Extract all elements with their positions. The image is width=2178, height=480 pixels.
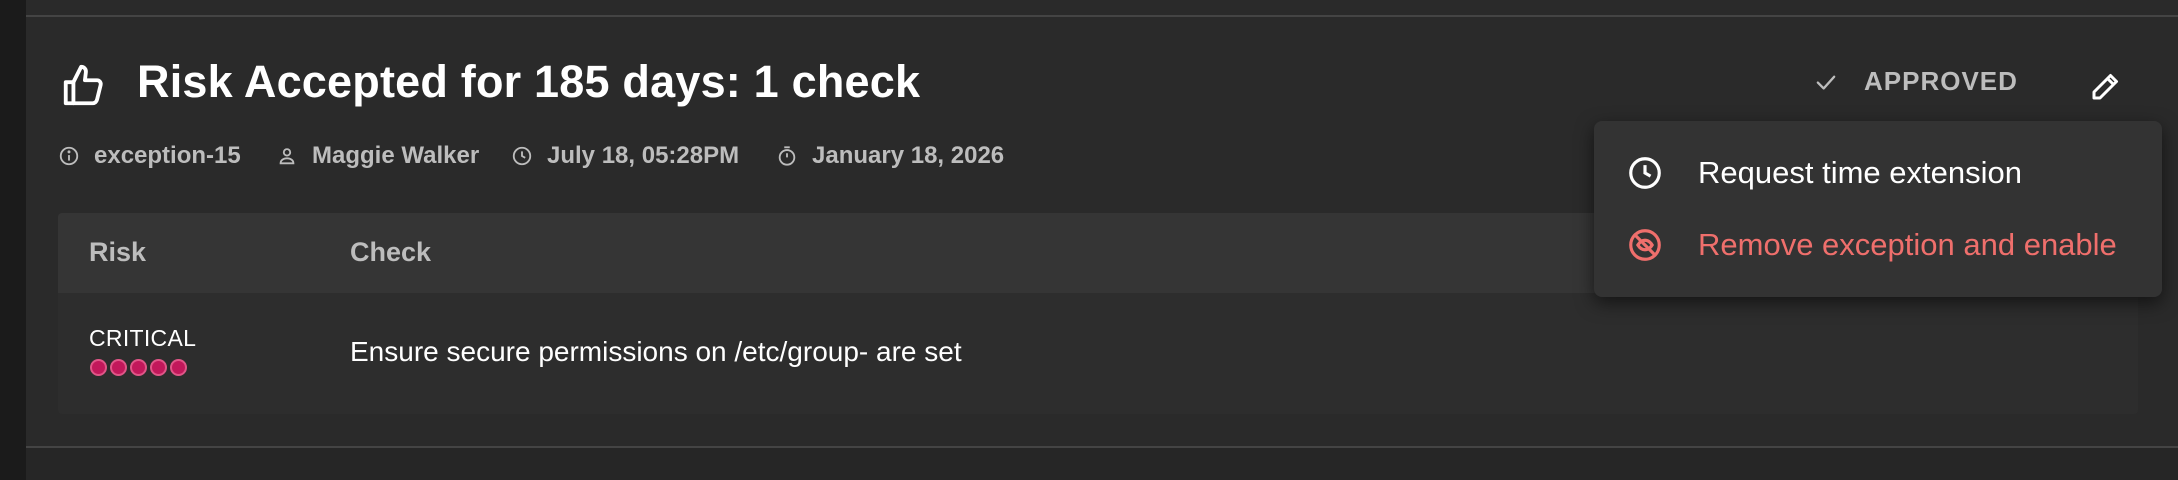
status-badge: APPROVED	[1812, 66, 2018, 97]
risk-dot	[170, 359, 187, 376]
column-header-check: Check	[350, 237, 432, 267]
risk-score-indicator	[90, 359, 187, 376]
actions-menu: Request time extension Remove exception …	[1594, 121, 2162, 297]
menu-item-label: Remove exception and enable	[1698, 227, 2117, 262]
pencil-icon	[2092, 74, 2118, 100]
column-header-risk: Risk	[89, 237, 147, 267]
info-icon	[59, 146, 79, 166]
left-edge	[0, 0, 26, 480]
person-icon	[279, 148, 295, 165]
exception-card: Risk Accepted for 185 days: 1 check exce…	[26, 0, 2178, 480]
exception-created: July 18, 05:28PM	[547, 142, 740, 169]
risk-dot	[130, 359, 147, 376]
table-row[interactable]: CRITICAL Ensure secure permissions on /e…	[58, 293, 2138, 414]
menu-item-remove-exception[interactable]: Remove exception and enable	[1594, 209, 2162, 281]
risk-level: CRITICAL	[89, 325, 197, 351]
eye-off-icon	[1629, 229, 1661, 261]
thumb-up-icon	[63, 64, 103, 106]
exception-expires: January 18, 2026	[812, 142, 1005, 169]
exception-id: exception-15	[94, 142, 241, 169]
risk-dot	[150, 359, 167, 376]
status-label: APPROVED	[1864, 66, 2018, 96]
risk-dot	[90, 359, 107, 376]
meta-id: exception-15	[58, 141, 241, 171]
risk-dot	[110, 359, 127, 376]
next-card-edge	[26, 448, 2178, 480]
edit-button[interactable]	[2082, 62, 2130, 110]
exception-title: Risk Accepted for 185 days: 1 check	[137, 56, 921, 107]
meta-created: July 18, 05:28PM	[511, 141, 739, 171]
menu-item-label: Request time extension	[1698, 155, 2022, 190]
meta-expires: January 18, 2026	[776, 141, 1004, 171]
exception-user: Maggie Walker	[312, 142, 480, 169]
check-icon	[1816, 75, 1836, 90]
menu-item-request-extension[interactable]: Request time extension	[1594, 137, 2162, 209]
check-name: Ensure secure permissions on /etc/group-…	[350, 336, 962, 367]
timer-icon	[778, 146, 796, 166]
clock-icon	[1629, 157, 1661, 189]
clock-icon	[512, 146, 532, 166]
meta-user: Maggie Walker	[276, 141, 479, 171]
divider-top	[26, 15, 2178, 17]
